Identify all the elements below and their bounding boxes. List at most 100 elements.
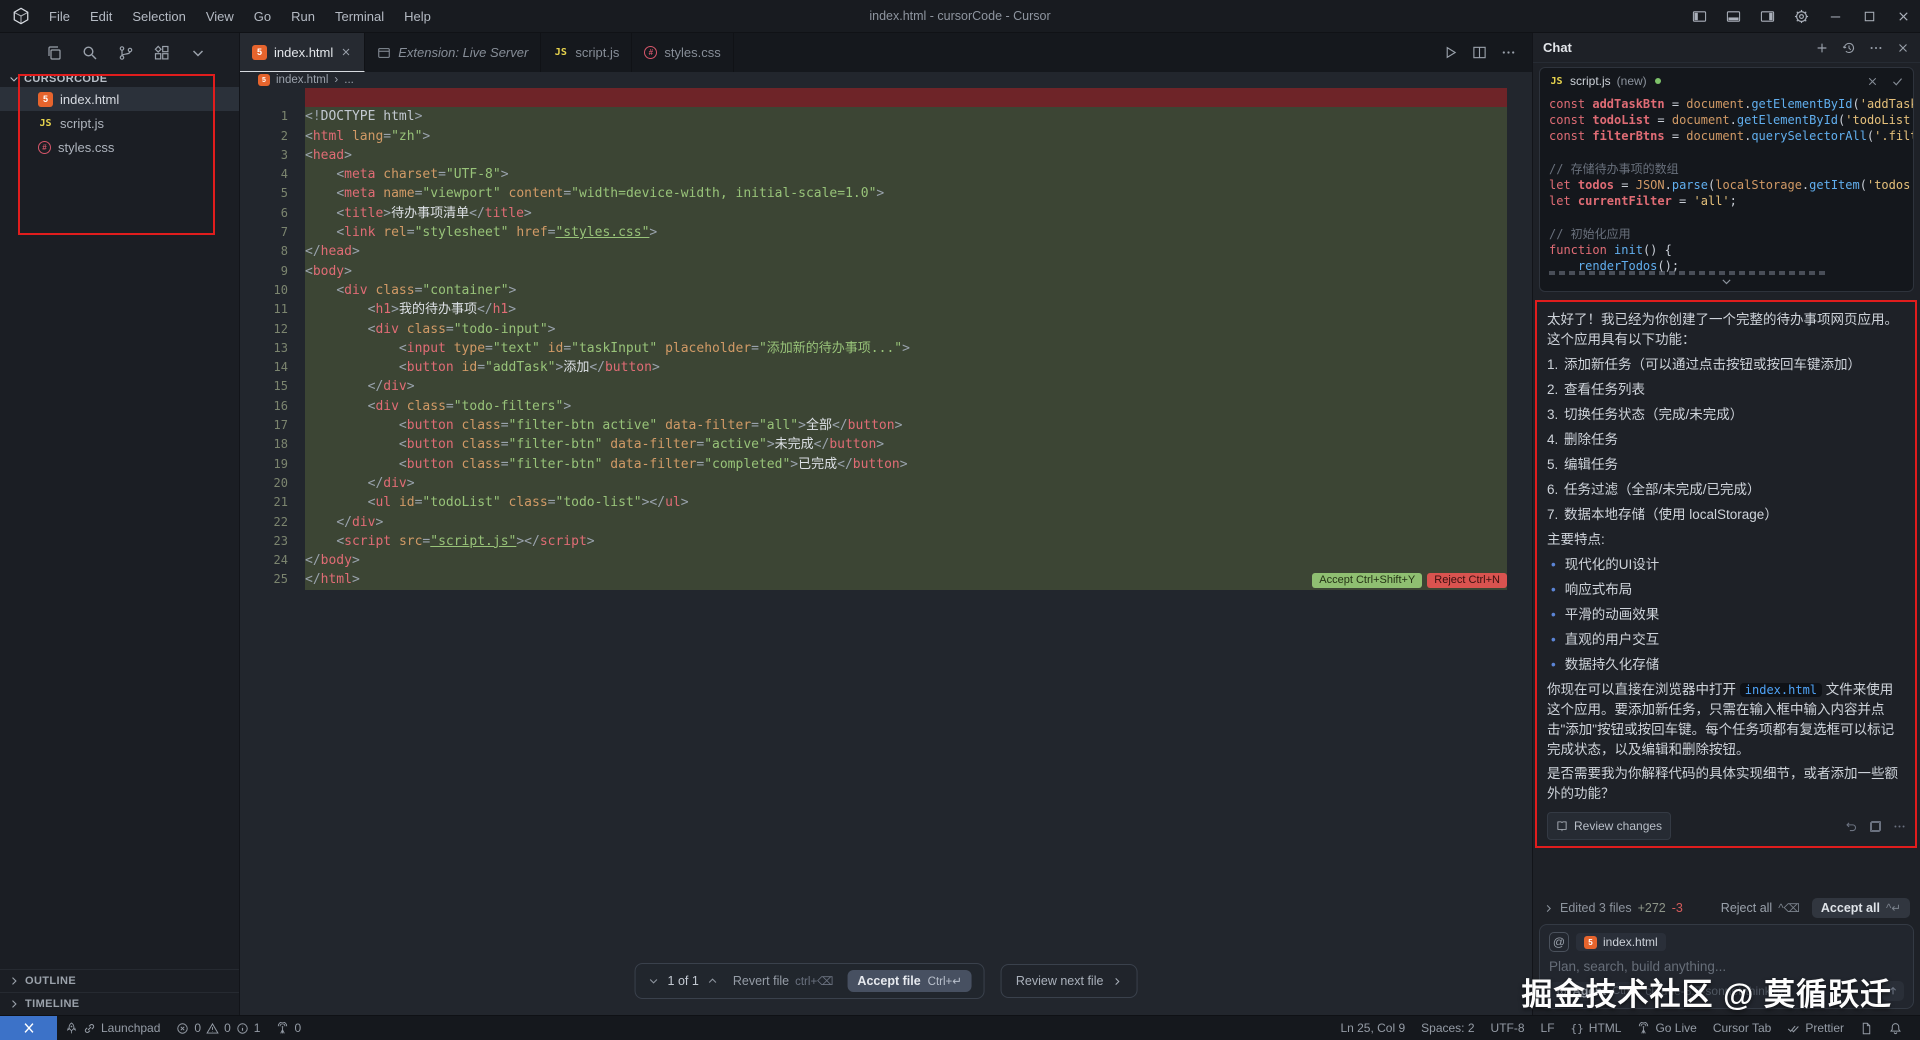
copy-icon[interactable] [46, 45, 62, 61]
status-go-live[interactable]: Go Live [1629, 1016, 1704, 1040]
menu-selection[interactable]: Selection [123, 5, 194, 28]
code-line[interactable]: 4 <meta charset="UTF-8"> [240, 165, 1532, 185]
explorer-root-folder[interactable]: CURSORCODE [0, 71, 239, 87]
chat-code-card-header[interactable]: JS script.js (new) [1540, 68, 1913, 94]
breadcrumb-more[interactable]: ... [344, 74, 354, 86]
chat-input-placeholder[interactable]: Plan, search, build anything... [1549, 959, 1904, 974]
status-editor-layout[interactable] [1852, 1016, 1881, 1040]
menu-help[interactable]: Help [395, 5, 440, 28]
diff-navigation[interactable]: 1 of 1 [648, 974, 719, 988]
code-line[interactable]: 23 <script src="script.js"></script> [240, 531, 1532, 552]
maximize-button[interactable] [1852, 0, 1886, 32]
code-editor[interactable]: 1 <!DOCTYPE html> 2 <html lang="zh"> 3 <head>… [240, 88, 1532, 1015]
extensions-icon[interactable] [154, 45, 170, 61]
code-line[interactable]: 19 <button class="filter-btn" data-filte… [240, 454, 1532, 474]
code-line[interactable]: 7 <link rel="stylesheet" href="styles.cs… [240, 223, 1532, 243]
menu-go[interactable]: Go [245, 5, 280, 28]
more-actions-icon[interactable] [1501, 45, 1516, 60]
code-line[interactable]: 25 </html > Accept Ctrl+Shift+Y Reject Ctrl+… [240, 570, 1532, 590]
chevron-down-icon[interactable] [190, 45, 206, 61]
gear-button[interactable] [1784, 0, 1818, 32]
file-tree-item-script-js[interactable]: JS script.js [0, 111, 239, 135]
status-cursor-tab[interactable]: Cursor Tab [1705, 1016, 1779, 1040]
model-selector[interactable]: claude-3.7-sonnet-thinking [1645, 984, 1786, 998]
tab-styles-css[interactable]: # styles.css [632, 33, 734, 72]
code-line[interactable]: 17 <button class="filter-btn active" dat… [240, 416, 1532, 436]
code-line[interactable]: 5 <meta name="viewport" content="width=d… [240, 184, 1532, 204]
run-icon[interactable] [1443, 45, 1458, 60]
code-line[interactable]: 14 <button id="addTask">添加</button> [240, 358, 1532, 378]
code-line[interactable]: 24 </body> [240, 551, 1532, 571]
send-button[interactable] [1882, 981, 1904, 1001]
layout-panel-button[interactable] [1716, 0, 1750, 32]
more-actions-icon[interactable] [1893, 820, 1906, 833]
reject-file-icon[interactable] [1866, 75, 1879, 88]
code-line[interactable]: 1 <!DOCTYPE html> [240, 107, 1532, 127]
code-line[interactable]: 3 <head> [240, 145, 1532, 166]
sidebar-panel-outline[interactable]: OUTLINE [0, 969, 239, 992]
accept-file-icon[interactable] [1891, 75, 1904, 88]
problems-item[interactable]: 0 0 1 [168, 1016, 268, 1040]
status-encoding[interactable]: UTF-8 [1483, 1016, 1533, 1040]
accept-change-button[interactable]: Accept Ctrl+Shift+Y [1312, 572, 1423, 588]
launchpad-item[interactable]: Launchpad [57, 1016, 168, 1040]
layout-sidebar-left-button[interactable] [1682, 0, 1716, 32]
code-line[interactable]: 18 <button class="filter-btn" data-filte… [240, 435, 1532, 455]
breadcrumb[interactable]: 5 index.html › ... [240, 72, 1532, 88]
chevron-up-icon[interactable] [707, 975, 719, 987]
code-line[interactable]: 6 <title>待办事项清单</title> [240, 203, 1532, 224]
code-line[interactable]: 15 </div> [240, 377, 1532, 397]
chat-input-box[interactable]: @ 5 index.html Plan, search, build anyth… [1539, 924, 1914, 1009]
status-notifications[interactable] [1881, 1016, 1910, 1040]
chevron-down-icon[interactable] [648, 975, 660, 987]
tab-index-html[interactable]: 5 index.html [240, 33, 366, 72]
tab-extension-live-server[interactable]: Extension: Live Server [365, 33, 542, 72]
search-icon[interactable] [82, 45, 98, 61]
agent-mode-selector[interactable]: ∞ Agent Ctrl [1549, 981, 1638, 1001]
reject-all-button[interactable]: Reject all ^⌫ [1721, 901, 1800, 915]
menu-file[interactable]: File [40, 5, 79, 28]
undo-icon[interactable] [1845, 820, 1858, 833]
status-eol[interactable]: LF [1533, 1016, 1563, 1040]
menu-run[interactable]: Run [282, 5, 324, 28]
close-icon[interactable] [340, 46, 352, 58]
ports-item[interactable]: 0 [268, 1016, 309, 1040]
context-file-chip[interactable]: 5 index.html [1576, 933, 1666, 951]
status-language-mode[interactable]: {} HTML [1563, 1016, 1630, 1040]
minimize-button[interactable] [1818, 0, 1852, 32]
accept-file-button[interactable]: Accept file Ctrl+↵ [847, 970, 972, 992]
chevron-right-icon[interactable] [1543, 903, 1554, 914]
split-editor-icon[interactable] [1472, 45, 1487, 60]
code-line[interactable]: 13 <input type="text" id="taskInput" pla… [240, 338, 1532, 359]
close-icon[interactable] [1896, 41, 1910, 55]
menu-edit[interactable]: Edit [81, 5, 121, 28]
breadcrumb-file[interactable]: index.html [276, 74, 328, 86]
code-line[interactable]: 8 </head> [240, 242, 1532, 262]
new-chat-icon[interactable] [1815, 41, 1829, 55]
file-tree-item-index-html[interactable]: 5 index.html [0, 87, 239, 111]
code-line[interactable]: 2 <html lang="zh"> [240, 126, 1532, 146]
source-control-icon[interactable] [118, 45, 134, 61]
layout-sidebar-right-button[interactable] [1750, 0, 1784, 32]
code-line[interactable]: 22 </div> [240, 512, 1532, 532]
menu-view[interactable]: View [197, 5, 243, 28]
review-next-file-button[interactable]: Review next file [1000, 964, 1138, 998]
code-line[interactable]: 20 </div> [240, 473, 1532, 494]
sidebar-panel-timeline[interactable]: TIMELINE [0, 992, 239, 1015]
code-line[interactable]: 10 <div class="container"> [240, 280, 1532, 301]
copy-icon[interactable] [1870, 820, 1881, 832]
close-button[interactable] [1886, 0, 1920, 32]
accept-all-button[interactable]: Accept all ^↵ [1811, 898, 1910, 918]
code-line[interactable]: 16 <div class="todo-filters"> [240, 396, 1532, 417]
code-line[interactable]: 12 <div class="todo-input"> [240, 319, 1532, 339]
edited-files-label[interactable]: Edited 3 files [1560, 901, 1632, 915]
history-icon[interactable] [1842, 41, 1856, 55]
menu-terminal[interactable]: Terminal [326, 5, 393, 28]
review-changes-button[interactable]: Review changes [1547, 812, 1672, 840]
status-indentation[interactable]: Spaces: 2 [1413, 1016, 1482, 1040]
code-line[interactable]: 9 <body> [240, 261, 1532, 281]
expand-code-button[interactable] [1540, 275, 1913, 291]
remote-indicator[interactable] [0, 1016, 57, 1040]
status-cursor-position[interactable]: Ln 25, Col 9 [1332, 1016, 1413, 1040]
code-line[interactable]: 11 <h1>我的待办事项</h1> [240, 300, 1532, 320]
